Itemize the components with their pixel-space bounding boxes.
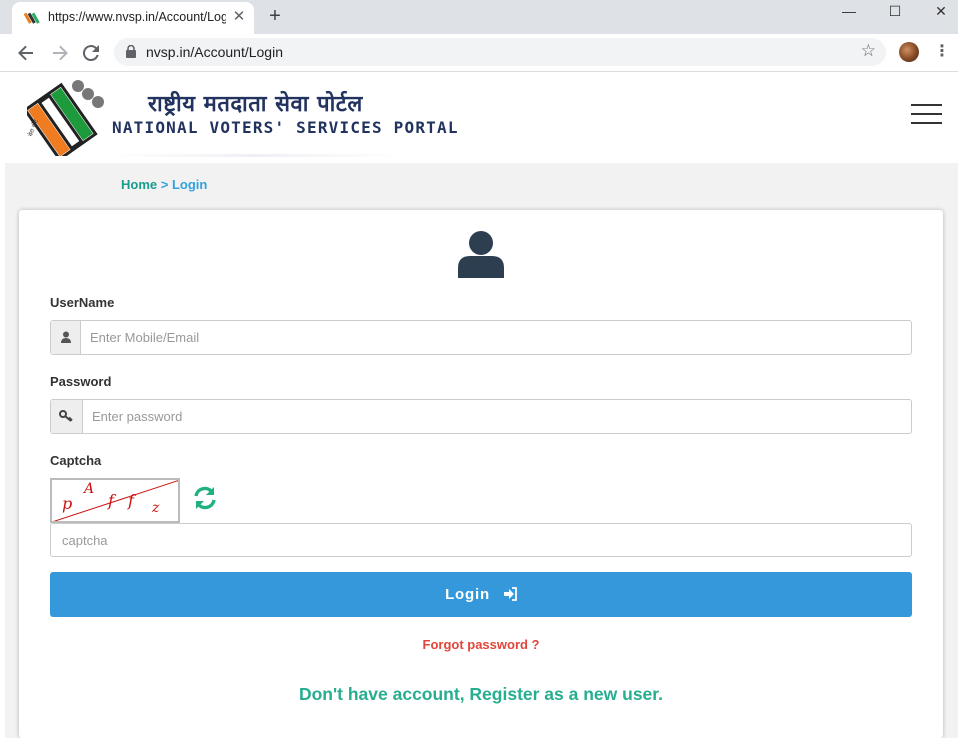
password-label: Password	[50, 374, 112, 389]
site-header: मेरा वोट राष्ट्रीय मतदाता सेवा पोर्टल NA…	[5, 72, 958, 163]
captcha-field	[50, 523, 912, 557]
refresh-captcha-icon[interactable]	[192, 485, 218, 511]
username-input[interactable]	[81, 321, 911, 354]
key-icon	[59, 410, 73, 422]
captcha-char: p	[62, 494, 73, 513]
sign-in-icon	[503, 587, 517, 601]
reload-icon[interactable]	[79, 41, 103, 65]
page-left-edge	[0, 72, 5, 738]
hamburger-menu-icon[interactable]	[911, 104, 942, 124]
login-button[interactable]: Login	[50, 572, 912, 617]
maximize-button[interactable]: ☐	[872, 0, 918, 30]
forgot-password-link[interactable]: Forgot password ?	[19, 637, 943, 652]
breadcrumb-home-link[interactable]: Home	[121, 177, 157, 192]
star-icon[interactable]: ☆	[861, 41, 876, 61]
browser-tab[interactable]: https://www.nvsp.in/Account/Login ✕	[12, 2, 254, 34]
browser-tabstrip: https://www.nvsp.in/Account/Login ✕ + — …	[0, 0, 958, 34]
breadcrumb: Home > Login	[121, 177, 207, 192]
portal-title-hindi: राष्ट्रीय मतदाता सेवा पोर्टल	[148, 92, 363, 117]
lock-icon	[126, 45, 136, 58]
profile-avatar[interactable]	[899, 42, 919, 62]
kebab-icon[interactable]: ⋮	[934, 42, 950, 62]
username-field-group	[50, 320, 912, 355]
url-text: nvsp.in/Account/Login	[146, 44, 283, 60]
address-bar[interactable]: nvsp.in/Account/Login ☆	[114, 38, 886, 66]
captcha-image: p A f f z	[50, 478, 180, 523]
password-field-group	[50, 399, 912, 434]
minimize-button[interactable]: —	[826, 0, 872, 30]
header-underline	[105, 154, 405, 157]
username-addon	[51, 321, 81, 354]
tab-title: https://www.nvsp.in/Account/Login	[48, 10, 226, 24]
breadcrumb-current: Login	[171, 177, 208, 192]
captcha-input[interactable]	[51, 524, 911, 556]
username-label: UserName	[50, 295, 115, 310]
browser-toolbar: nvsp.in/Account/Login ☆ ⋮	[0, 34, 958, 72]
portal-title-english: NATIONAL VOTERS' SERVICES PORTAL	[112, 118, 459, 137]
captcha-char: f	[108, 491, 114, 510]
captcha-label: Captcha	[50, 453, 102, 468]
captcha-char: f	[128, 491, 134, 510]
register-link[interactable]: Don't have account, Register as a new us…	[19, 684, 943, 705]
login-button-label: Login	[445, 586, 490, 603]
new-tab-button[interactable]: +	[264, 5, 286, 27]
eci-logo[interactable]: मेरा वोट	[27, 76, 109, 156]
close-window-button[interactable]: ✕	[918, 0, 958, 30]
password-addon	[51, 400, 83, 433]
captcha-char: A	[84, 481, 95, 497]
forward-icon[interactable]	[48, 41, 72, 65]
back-icon[interactable]	[14, 41, 38, 65]
user-small-icon	[61, 331, 71, 343]
breadcrumb-separator: >	[157, 177, 172, 192]
tab-close-icon[interactable]: ✕	[230, 8, 248, 26]
eci-favicon-icon	[24, 12, 40, 24]
user-icon	[458, 231, 504, 278]
login-card: UserName Password Captcha p A f f z	[19, 210, 943, 738]
password-input[interactable]	[83, 400, 911, 433]
captcha-char: z	[152, 500, 160, 516]
